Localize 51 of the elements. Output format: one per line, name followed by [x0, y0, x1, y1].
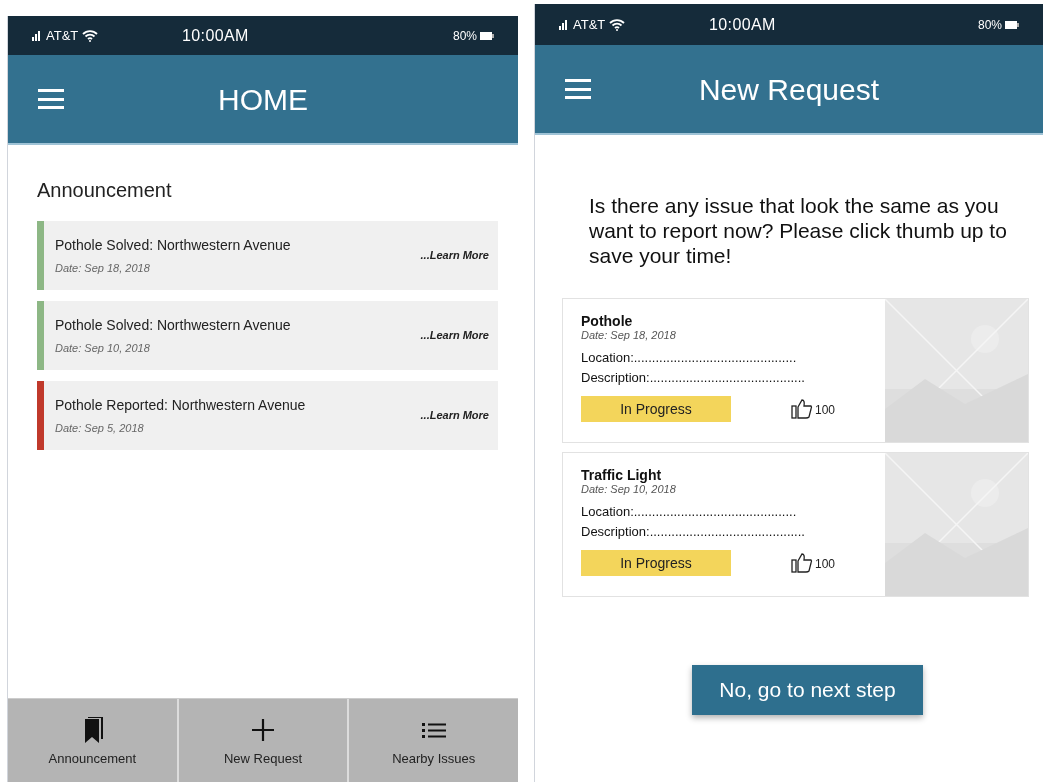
status-badge: In Progress	[581, 396, 731, 422]
wifi-icon	[82, 29, 99, 42]
battery-icon	[1005, 20, 1019, 29]
description-line: Description:...........................................	[581, 369, 806, 387]
signal-icon	[32, 30, 42, 41]
wifi-icon	[609, 18, 626, 31]
question-text: Is there any issue that look the same as you want to report now? Please click thumb up to save your time!	[588, 193, 1008, 268]
like-button[interactable]: 100	[791, 553, 836, 573]
next-step-button[interactable]: No, go to next step	[692, 665, 923, 715]
plus-icon	[250, 716, 276, 743]
battery-percent: 80%	[452, 27, 477, 45]
issue-title: Traffic Light	[581, 467, 663, 483]
learn-more-link[interactable]: ...Learn More	[420, 327, 498, 344]
nav-tab[interactable]: Nearby Issues	[349, 699, 518, 782]
announcement-date: Date: Sep 10, 2018	[55, 340, 151, 356]
description-line: Description:...........................................	[581, 523, 806, 541]
announcement-card[interactable]: Pothole Solved: Northwestern Avenue Date: Sep 18, 2018 ...Learn More	[37, 221, 498, 290]
menu-button[interactable]	[38, 89, 64, 109]
learn-more-link[interactable]: ...Learn More	[420, 407, 498, 424]
signal-icon	[559, 19, 569, 30]
announcement-card[interactable]: Pothole Solved: Northwestern Avenue Date: Sep 10, 2018 ...Learn More	[37, 301, 498, 370]
section-title: Announcement	[37, 178, 173, 203]
status-time: 10:00AM	[709, 14, 776, 35]
issue-title: Pothole	[581, 313, 634, 329]
announcement-title: Pothole Solved: Northwestern Avenue	[55, 235, 292, 255]
announcement-card[interactable]: Pothole Reported: Northwestern Avenue Date: Sep 5, 2018 ...Learn More	[37, 381, 498, 450]
location-line: Location:.............................................	[581, 349, 798, 367]
status-badge: In Progress	[581, 550, 731, 576]
nav-tab[interactable]: New Request	[178, 699, 348, 782]
announcement-title: Pothole Solved: Northwestern Avenue	[55, 315, 292, 335]
announcement-date: Date: Sep 18, 2018	[55, 260, 151, 276]
screen-title: New Request	[697, 71, 881, 108]
announcement-date: Date: Sep 5, 2018	[55, 420, 145, 436]
issue-date: Date: Sep 18, 2018	[581, 329, 677, 342]
menu-button[interactable]	[565, 79, 591, 99]
thumbs-up-icon	[791, 399, 813, 419]
nav-tab[interactable]: Announcement	[8, 699, 177, 782]
carrier-name: AT&T	[573, 15, 606, 34]
battery-percent: 80%	[977, 16, 1002, 34]
battery-icon	[480, 31, 494, 40]
location-line: Location:.............................................	[581, 503, 798, 521]
issue-card[interactable]: Pothole Date: Sep 18, 2018 Location:............................................. Description:........................................... In Progress 100	[562, 298, 1029, 443]
carrier-name: AT&T	[46, 26, 79, 45]
learn-more-link[interactable]: ...Learn More	[420, 247, 498, 264]
status-time: 10:00AM	[182, 25, 249, 46]
thumbs-up-icon	[791, 553, 813, 573]
issue-card[interactable]: Traffic Light Date: Sep 10, 2018 Location:............................................. Description:........................................... In Progress 100	[562, 452, 1029, 597]
issue-date: Date: Sep 10, 2018	[581, 483, 677, 496]
screen-title: HOME	[217, 81, 309, 118]
like-button[interactable]: 100	[791, 399, 836, 419]
announcement-title: Pothole Reported: Northwestern Avenue	[55, 395, 307, 415]
